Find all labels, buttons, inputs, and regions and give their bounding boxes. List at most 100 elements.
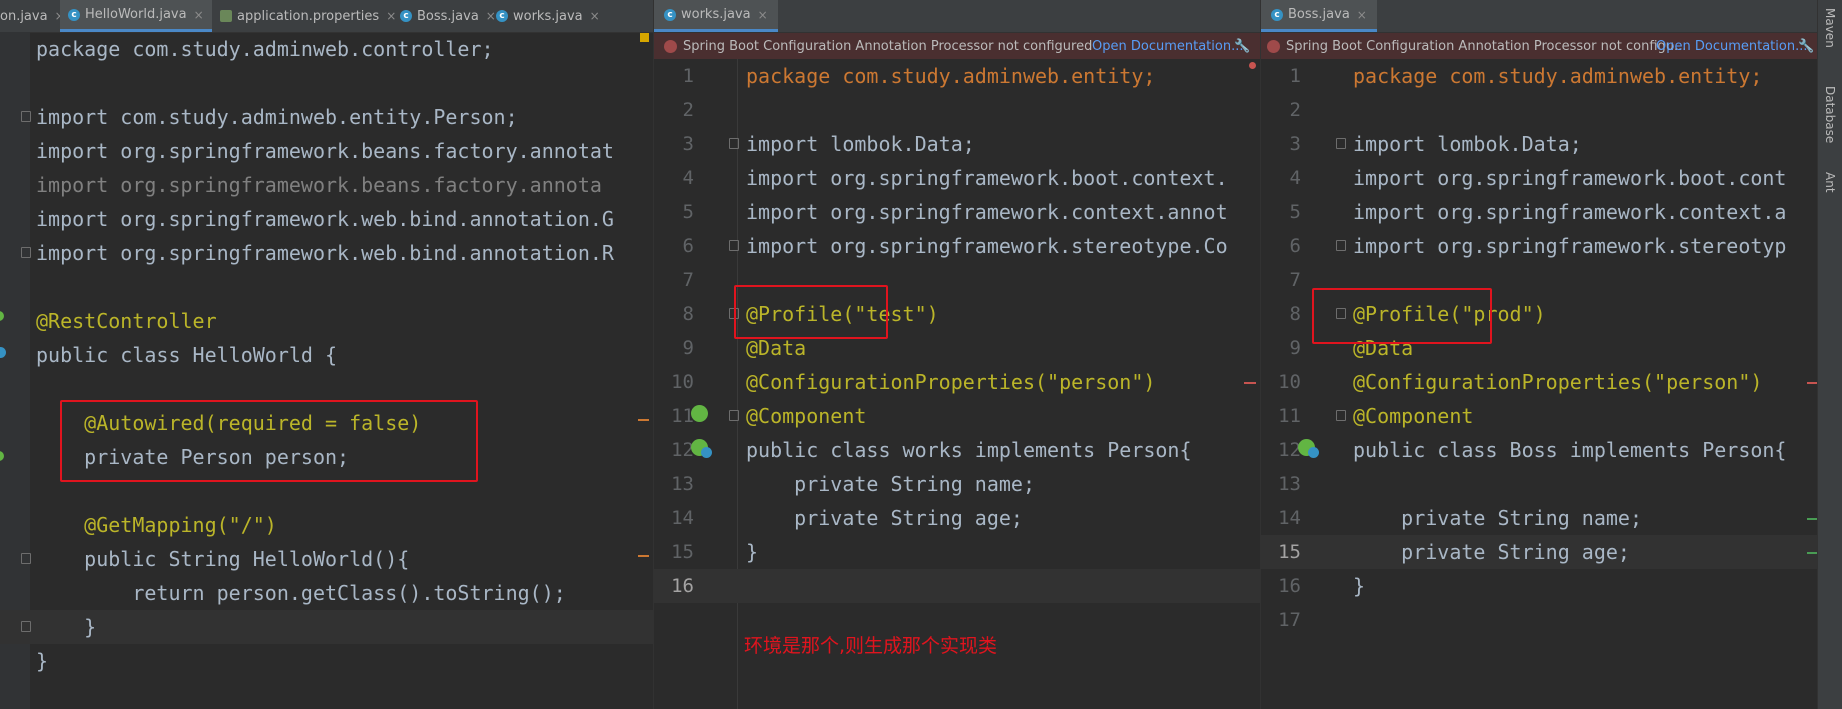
line-number: 14 bbox=[671, 507, 694, 529]
fold-icon[interactable] bbox=[21, 621, 31, 632]
line-number: 2 bbox=[682, 99, 694, 121]
line-number: 15 bbox=[671, 541, 694, 563]
line-number: 16 bbox=[671, 575, 694, 597]
class-run-icon[interactable] bbox=[701, 447, 712, 458]
config-warning-banner: Spring Boot Configuration Annotation Pro… bbox=[654, 33, 1260, 59]
database-tool-button[interactable]: Database bbox=[1823, 86, 1837, 143]
close-icon[interactable]: × bbox=[1357, 8, 1367, 22]
banner-message: Spring Boot Configuration Annotation Pro… bbox=[1286, 38, 1687, 54]
error-stripe[interactable] bbox=[1244, 382, 1256, 384]
code-text: package com.study.adminweb.controller; bbox=[36, 37, 494, 61]
line-number: 6 bbox=[1289, 235, 1301, 257]
class-icon: c bbox=[400, 10, 412, 22]
line-number: 17 bbox=[1278, 609, 1301, 631]
fold-icon[interactable] bbox=[1336, 138, 1346, 149]
code-line: 4 import org.springframework.boot.context… bbox=[654, 161, 1260, 195]
code-text: return person.getClass().toString(); bbox=[36, 581, 566, 605]
warning-stripe[interactable] bbox=[638, 419, 649, 421]
code-line: import org.springframework.beans.factory… bbox=[0, 168, 653, 202]
maven-tool-button[interactable]: Maven bbox=[1823, 8, 1837, 48]
code-line: import org.springframework.beans.factory… bbox=[0, 134, 653, 168]
code-line: 16} bbox=[1261, 569, 1819, 603]
wrench-icon[interactable]: 🔧 bbox=[1234, 39, 1250, 54]
tab-works-java[interactable]: c works.java × bbox=[654, 0, 778, 32]
code-text: @RestController bbox=[36, 309, 217, 333]
line-number: 3 bbox=[1289, 133, 1301, 155]
class-run-icon[interactable] bbox=[1308, 447, 1319, 458]
line-number: 13 bbox=[671, 473, 694, 495]
close-icon[interactable]: × bbox=[194, 8, 204, 22]
code-text: @ConfigurationProperties("person") bbox=[1353, 370, 1763, 394]
code-text: import org.springframework.context.annot bbox=[746, 200, 1228, 224]
line-number: 2 bbox=[1289, 99, 1301, 121]
fold-icon[interactable] bbox=[729, 138, 739, 149]
spring-bean-icon[interactable] bbox=[691, 405, 708, 422]
code-text: import com.study.adminweb.entity.Person; bbox=[36, 105, 518, 129]
code-line: import com.study.adminweb.entity.Person; bbox=[0, 100, 653, 134]
wrench-icon[interactable]: 🔧 bbox=[1798, 39, 1814, 54]
fold-icon[interactable] bbox=[21, 247, 31, 258]
close-icon[interactable]: × bbox=[590, 9, 600, 23]
tab-helloworld-java[interactable]: c HelloWorld.java × bbox=[60, 0, 212, 32]
code-line: return person.getClass().toString(); bbox=[0, 576, 653, 610]
line-number: 16 bbox=[1278, 575, 1301, 597]
code-line: 1 package com.study.adminweb.entity; bbox=[654, 59, 1260, 93]
line-number: 7 bbox=[1289, 269, 1301, 291]
tab-works-java[interactable]: c works.java × bbox=[488, 0, 608, 32]
line-number: 9 bbox=[1289, 337, 1301, 359]
annotation-note: 环境是那个,则生成那个实现类 bbox=[744, 635, 998, 657]
line-number: 11 bbox=[1278, 405, 1301, 427]
line-number: 8 bbox=[1289, 303, 1301, 325]
inspection-widget-icon[interactable] bbox=[640, 33, 649, 42]
code-line: 17 bbox=[1261, 603, 1819, 637]
code-text: import org.springframework.stereotype.Co bbox=[746, 234, 1228, 258]
code-text: import org.springframework.stereotyp bbox=[1353, 234, 1787, 258]
code-line: 5 import org.springframework.context.a bbox=[1261, 195, 1819, 229]
code-line: 12 public class works implements Person{ bbox=[654, 433, 1260, 467]
code-text: package com.study.adminweb.entity; bbox=[1353, 64, 1763, 88]
fold-icon[interactable] bbox=[729, 240, 739, 251]
code-line-current: 15 private String age; bbox=[1261, 535, 1819, 569]
code-text: import org.springframework.boot.cont bbox=[1353, 166, 1787, 190]
code-line: public class HelloWorld { bbox=[0, 338, 653, 372]
code-line: 13 private String name; bbox=[654, 467, 1260, 501]
code-line: @RestController bbox=[0, 304, 653, 338]
tab-label: works.java bbox=[681, 7, 751, 22]
fold-icon[interactable] bbox=[21, 111, 31, 122]
profile-test-highlight-box bbox=[734, 285, 888, 339]
open-documentation-link[interactable]: Open Documentation... bbox=[1656, 39, 1807, 54]
code-text: import org.springframework.context.a bbox=[1353, 200, 1787, 224]
tab-boss-java[interactable]: c Boss.java × bbox=[1261, 0, 1377, 32]
code-text: import org.springframework.boot.context. bbox=[746, 166, 1228, 190]
ant-tool-button[interactable]: Ant bbox=[1823, 172, 1837, 193]
right-editor-pane: c Boss.java × Spring Boot Configuration A… bbox=[1260, 0, 1819, 709]
line-number: 12 bbox=[1278, 439, 1301, 461]
line-number: 10 bbox=[1278, 371, 1301, 393]
autowired-highlight-box bbox=[60, 400, 478, 482]
code-line: 10 @ConfigurationProperties("person") bbox=[1261, 365, 1819, 399]
tab-label: application.properties bbox=[237, 8, 380, 24]
close-icon[interactable]: × bbox=[758, 8, 768, 22]
fold-icon[interactable] bbox=[1336, 240, 1346, 251]
maven-label: Maven bbox=[1823, 8, 1837, 48]
fold-icon[interactable] bbox=[21, 553, 31, 564]
profile-prod-highlight-box bbox=[1312, 288, 1492, 344]
line-number: 6 bbox=[682, 235, 694, 257]
left-editor-pane: on.java × c HelloWorld.java × application.… bbox=[0, 0, 653, 709]
left-tab-bar: on.java × c HelloWorld.java × application.… bbox=[0, 0, 653, 33]
tab-application-properties[interactable]: application.properties × bbox=[212, 0, 404, 32]
fold-icon[interactable] bbox=[1336, 410, 1346, 421]
open-documentation-link[interactable]: Open Documentation... bbox=[1092, 39, 1243, 54]
code-text: import lombok.Data; bbox=[746, 132, 975, 156]
code-text: private String name; bbox=[1353, 506, 1642, 530]
code-line: 5 import org.springframework.context.anno… bbox=[654, 195, 1260, 229]
code-line: package com.study.adminweb.controller; bbox=[0, 32, 653, 66]
warning-stripe[interactable] bbox=[638, 555, 649, 557]
code-line: 11 @Component bbox=[654, 399, 1260, 433]
class-icon: c bbox=[664, 8, 676, 21]
fold-icon[interactable] bbox=[729, 410, 739, 421]
code-line: 2 bbox=[654, 93, 1260, 127]
code-text: import lombok.Data; bbox=[1353, 132, 1582, 156]
code-text: } bbox=[36, 615, 97, 639]
code-text: } bbox=[36, 649, 49, 673]
